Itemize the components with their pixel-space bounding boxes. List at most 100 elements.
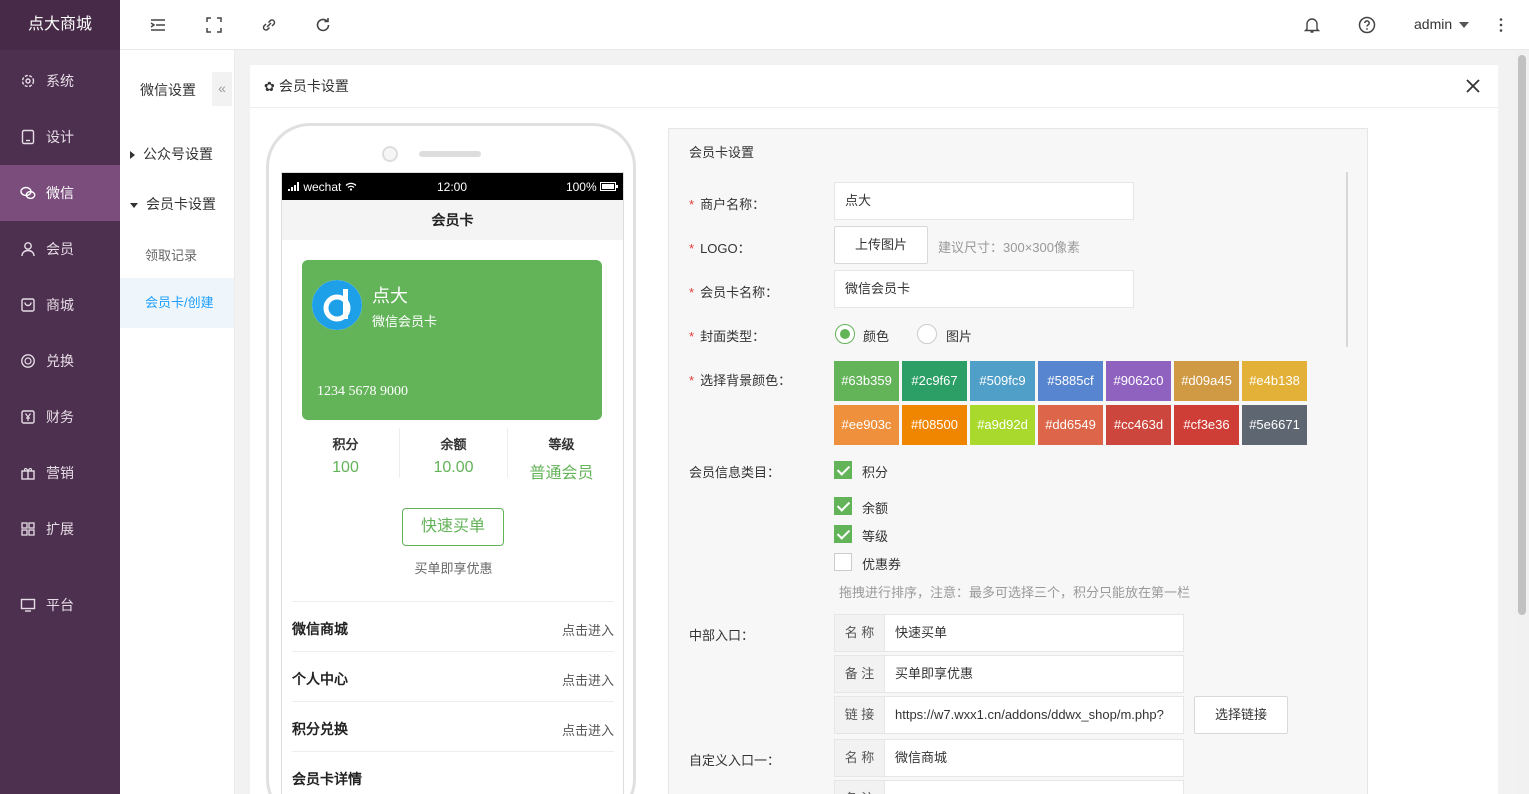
color-swatch[interactable]: #dd6549 [1038, 405, 1103, 445]
color-swatch[interactable]: #cf3e36 [1174, 405, 1239, 445]
entry-name: 积分兑换 [292, 721, 348, 737]
username: admin [1414, 16, 1453, 32]
color-swatch[interactable]: #509fc9 [970, 361, 1035, 401]
link-icon[interactable] [259, 15, 279, 35]
custom1-name-input[interactable]: 微信商城 [885, 740, 1183, 776]
scrollbar-thumb[interactable] [1518, 55, 1526, 615]
color-swatch[interactable]: #d09a45 [1174, 361, 1239, 401]
middle-link-input[interactable]: https://w7.wxx1.cn/addons/ddwx_shop/m.ph… [885, 697, 1183, 733]
nav-label: 平台 [46, 597, 74, 613]
user-menu[interactable]: admin [1414, 16, 1470, 32]
battery-text: 100% [565, 180, 597, 194]
member-card: 点大 微信会员卡 1234 5678 9000 [302, 260, 602, 420]
main-sidebar: 点大商城 系统 设计 微信 会员 商城 兑换 财务 营销 扩展 平台 [0, 0, 120, 794]
status-battery: 100% [566, 180, 618, 194]
form-title: 会员卡设置 [689, 145, 755, 160]
status-bar: wechat 12:00 100% [282, 173, 623, 200]
nav-item-platform[interactable]: 平台 [0, 577, 120, 633]
nav-item-extend[interactable]: 扩展 [0, 501, 120, 557]
middle-name-group[interactable]: 名 称 快速买单 [834, 614, 1184, 652]
info-checkbox[interactable] [834, 497, 852, 515]
color-swatch[interactable]: #2c9f67 [902, 361, 967, 401]
color-swatch[interactable]: #9062c0 [1106, 361, 1171, 401]
stat-label: 等级 [548, 437, 575, 452]
entry-row[interactable]: 会员卡详情 [292, 751, 614, 794]
close-icon[interactable] [1464, 77, 1482, 95]
menu-fold-icon[interactable] [148, 15, 168, 35]
merchant-input[interactable]: 点大 [834, 182, 1134, 220]
info-checkbox-label: 优惠券 [862, 557, 902, 572]
input-prefix: 名 称 [835, 615, 885, 651]
bell-icon[interactable] [1302, 15, 1322, 35]
color-swatch[interactable]: #a9d92d [970, 405, 1035, 445]
nav-item-system[interactable]: 系统 [0, 53, 120, 109]
quick-pay-button[interactable]: 快速买单 [402, 508, 504, 546]
info-checkbox[interactable] [834, 525, 852, 543]
input-prefix: 名 称 [835, 740, 885, 776]
info-checkbox[interactable] [834, 553, 852, 571]
entry-action: 点击进入 [561, 673, 614, 688]
color-swatch[interactable]: #e4b138 [1242, 361, 1307, 401]
carrier-text: wechat [303, 180, 342, 194]
card-name-input[interactable]: 微信会员卡 [834, 270, 1134, 308]
color-swatch[interactable]: #5e6671 [1242, 405, 1307, 445]
middle-note-group[interactable]: 备 注 买单即享优惠 [834, 655, 1184, 693]
cover-image-radio[interactable] [917, 324, 937, 344]
wechat-icon [20, 186, 36, 200]
color-swatch[interactable]: #cc463d [1106, 405, 1171, 445]
upload-image-button[interactable]: 上传图片 [834, 226, 928, 264]
nav-item-finance[interactable]: 财务 [0, 389, 120, 445]
nav-item-wechat[interactable]: 微信 [0, 165, 120, 221]
color-swatch[interactable]: #5885cf [1038, 361, 1103, 401]
select-link-button[interactable]: 选择链接 [1194, 696, 1288, 734]
member-stats: 积分 100 余额 10.00 等级 普通会员 [292, 428, 615, 482]
entry-row[interactable]: 微信商城 点击进入 [292, 601, 614, 651]
caret-down-icon [130, 202, 138, 208]
entry-row[interactable]: 个人中心 点击进入 [292, 651, 614, 701]
nav-item-mall[interactable]: 商城 [0, 277, 120, 333]
nav-item-member[interactable]: 会员 [0, 221, 120, 277]
cover-color-radio[interactable] [835, 324, 855, 344]
custom1-note-group[interactable]: 备 注 [834, 780, 1184, 794]
refresh-icon[interactable] [313, 15, 333, 35]
nav-item-exchange[interactable]: 兑换 [0, 333, 120, 389]
help-icon[interactable] [1357, 15, 1377, 35]
signal-icon [288, 182, 299, 191]
form-scrollbar[interactable] [1346, 172, 1348, 347]
more-vertical-icon[interactable] [1491, 15, 1511, 35]
subnav-item-card-settings[interactable]: 会员卡设置 [130, 194, 216, 214]
subnav-item-create[interactable]: 会员卡/创建 [120, 278, 234, 328]
brand-logo[interactable]: 点大商城 [0, 0, 120, 50]
grid-icon [21, 522, 35, 536]
wifi-icon [345, 182, 357, 191]
subnav-item-official-account[interactable]: 公众号设置 [130, 144, 213, 164]
middle-name-input[interactable]: 快速买单 [885, 615, 1183, 651]
phone-camera [382, 146, 398, 162]
cover-color-label: 颜色 [863, 329, 890, 344]
coin-icon [21, 354, 35, 368]
middle-link-group[interactable]: 链 接 https://w7.wxx1.cn/addons/ddwx_shop/… [834, 696, 1184, 734]
merchant-logo [312, 280, 362, 330]
nav-item-design[interactable]: 设计 [0, 109, 120, 165]
color-swatch[interactable]: #ee903c [834, 405, 899, 445]
stat-value: 普通会员 [529, 465, 594, 482]
phone-title: 会员卡 [282, 200, 623, 240]
collapse-button[interactable]: « [212, 72, 232, 106]
logo-hint: 建议尺寸：300×300像素 [938, 240, 1080, 255]
entry-row[interactable]: 积分兑换 点击进入 [292, 701, 614, 751]
info-checkbox[interactable] [834, 461, 852, 479]
cover-image-label: 图片 [946, 329, 973, 344]
custom1-note-input[interactable] [885, 781, 1183, 794]
subnav-item-records[interactable]: 领取记录 [145, 245, 197, 264]
stat-level: 等级 普通会员 [508, 428, 615, 482]
merchant-label: * 商户名称： [689, 197, 766, 212]
entry-name: 会员卡详情 [292, 771, 362, 787]
page-scrollbar[interactable] [1515, 50, 1529, 794]
nav-item-marketing[interactable]: 营销 [0, 445, 120, 501]
fullscreen-icon[interactable] [204, 15, 224, 35]
middle-note-input[interactable]: 买单即享优惠 [885, 656, 1183, 692]
info-checkbox-label: 等级 [862, 529, 889, 544]
color-swatch[interactable]: #f08500 [902, 405, 967, 445]
custom1-name-group[interactable]: 名 称 微信商城 [834, 739, 1184, 777]
color-swatch[interactable]: #63b359 [834, 361, 899, 401]
